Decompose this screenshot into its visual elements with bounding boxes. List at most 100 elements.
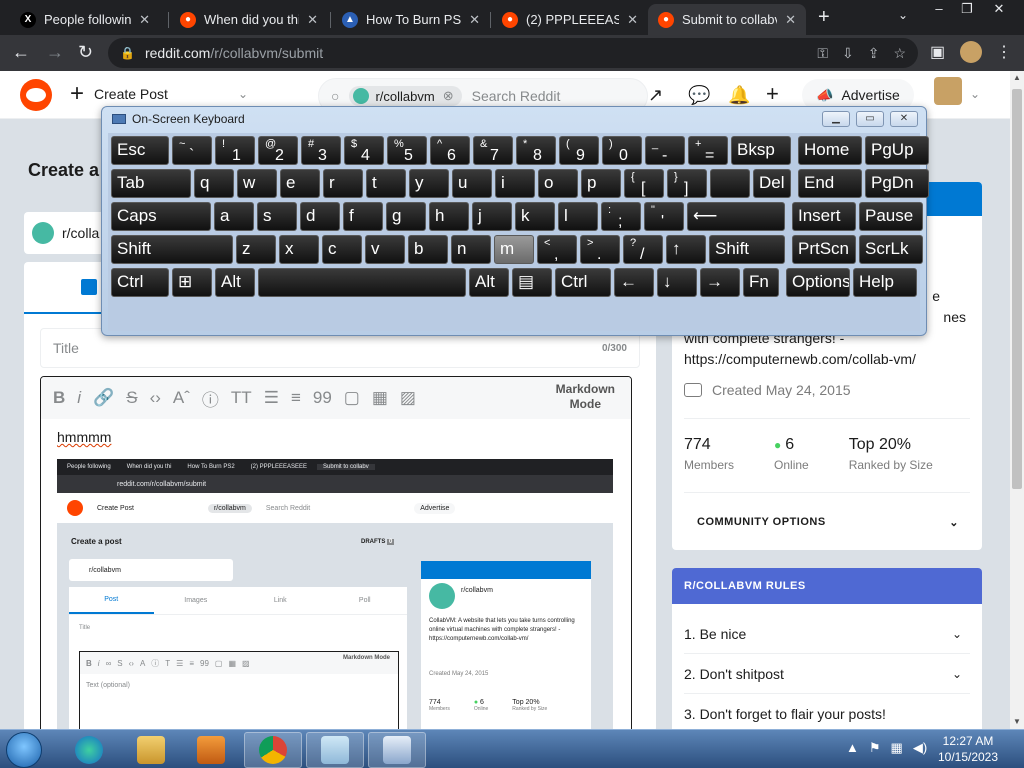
key-tab[interactable]: Tab xyxy=(111,169,191,198)
key-h[interactable]: h xyxy=(429,202,469,231)
key-→[interactable]: → xyxy=(700,268,740,297)
browser-tab[interactable]: ● (2) PPPLEEEASEEE ✕ xyxy=(492,4,648,35)
key-k[interactable]: k xyxy=(515,202,555,231)
key-`[interactable]: ~ ` xyxy=(172,136,212,165)
key-4[interactable]: $4 xyxy=(344,136,384,165)
tab-search-button[interactable]: ⌄ xyxy=(898,8,908,22)
scroll-up-arrow-icon[interactable]: ▲ xyxy=(1010,71,1024,85)
osk-titlebar[interactable]: On-Screen Keyboard xyxy=(102,107,926,131)
new-tab-button[interactable]: + xyxy=(818,6,830,29)
bold-icon[interactable]: B xyxy=(53,388,65,408)
key-r[interactable]: r xyxy=(323,169,363,198)
forward-button[interactable]: → xyxy=(46,42,64,63)
browser-tab-active[interactable]: ● Submit to collabv ✕ xyxy=(648,4,806,35)
chevron-down-icon[interactable]: ⌄ xyxy=(970,87,980,101)
key-8[interactable]: * 8 xyxy=(516,136,556,165)
action-center-flag-icon[interactable]: ⚑ xyxy=(869,740,881,756)
explorer-taskbar-item[interactable] xyxy=(122,732,180,768)
osk-close-button[interactable]: ✕ xyxy=(890,111,918,127)
key--[interactable]: _ - xyxy=(645,136,685,165)
address-bar[interactable]: 🔒 reddit.com /r/collabvm/submit ⚿ ⇩ ⇪ ☆ xyxy=(108,38,918,68)
notification-bell-icon[interactable]: 🔔 xyxy=(728,85,750,106)
key-help[interactable]: Help xyxy=(853,268,917,297)
key-'[interactable]: " ' xyxy=(644,202,684,231)
notepad-taskbar-item[interactable] xyxy=(306,732,364,768)
key-fn[interactable]: Fn xyxy=(743,268,779,297)
body-text[interactable]: hmmmm xyxy=(57,429,111,445)
strikethrough-icon[interactable]: S xyxy=(126,388,137,408)
key-q[interactable]: q xyxy=(194,169,234,198)
key-pause[interactable]: Pause xyxy=(859,202,923,231)
taskbar-clock[interactable]: 12:27 AM 10/15/2023 xyxy=(928,733,1008,765)
key-6[interactable]: ^ 6 xyxy=(430,136,470,165)
create-post-dropdown[interactable]: + Create Post ⌄ xyxy=(70,82,248,106)
key-z[interactable]: z xyxy=(236,235,276,264)
page-scrollbar[interactable]: ▲ ▼ xyxy=(1010,71,1024,729)
key-⊞[interactable]: ⊞ xyxy=(172,268,212,297)
key-options[interactable]: Options xyxy=(786,268,850,297)
key-j[interactable]: j xyxy=(472,202,512,231)
italic-icon[interactable]: i xyxy=(77,388,81,408)
heading-icon[interactable]: TT xyxy=(231,388,252,408)
key-v[interactable]: v xyxy=(365,235,405,264)
code-block-icon[interactable]: ▢ xyxy=(344,388,360,408)
key-icon[interactable]: ⚿ xyxy=(817,45,828,62)
numbered-list-icon[interactable]: ≡ xyxy=(291,388,301,408)
bookmark-star-icon[interactable]: ☆ xyxy=(893,45,906,62)
clear-chip-icon[interactable]: ⊗ xyxy=(443,88,454,104)
key-=[interactable]: + = xyxy=(688,136,728,165)
key-][interactable]: }] xyxy=(667,169,707,198)
key-x[interactable]: x xyxy=(279,235,319,264)
key-.[interactable]: >. xyxy=(580,235,620,264)
community-options-toggle[interactable]: COMMUNITY OPTIONS ⌄ xyxy=(697,516,959,529)
key-▤[interactable]: ▤ xyxy=(512,268,552,297)
key-←[interactable]: ← xyxy=(614,268,654,297)
key-c[interactable]: c xyxy=(322,235,362,264)
key-/[interactable]: ? / xyxy=(623,235,663,264)
osk-restore-button[interactable]: ▭ xyxy=(856,111,884,127)
start-button[interactable] xyxy=(6,732,42,768)
key-m[interactable]: m xyxy=(494,235,534,264)
minimize-button[interactable]: – xyxy=(924,0,954,20)
key-d[interactable]: d xyxy=(300,202,340,231)
browser-tab[interactable]: X People following ✕ xyxy=(10,4,160,35)
key-f[interactable]: f xyxy=(343,202,383,231)
key-i[interactable]: i xyxy=(495,169,535,198)
key-y[interactable]: y xyxy=(409,169,449,198)
volume-icon[interactable]: ◀) xyxy=(913,740,927,756)
key-n[interactable]: n xyxy=(451,235,491,264)
key-del[interactable]: Del xyxy=(753,169,791,198)
rule-item[interactable]: 3. Don't forget to flair your posts! xyxy=(684,694,970,734)
key-l[interactable]: l xyxy=(558,202,598,231)
key-pgdn[interactable]: PgDn xyxy=(865,169,929,198)
menu-icon[interactable]: ⋮ xyxy=(996,42,1012,62)
key-↑[interactable]: ↑ xyxy=(666,235,706,264)
media-player-taskbar-item[interactable] xyxy=(182,732,240,768)
key-scrlk[interactable]: ScrLk xyxy=(859,235,923,264)
key-shift[interactable]: Shift xyxy=(709,235,785,264)
key-,[interactable]: <, xyxy=(537,235,577,264)
key-home[interactable]: Home xyxy=(798,136,862,165)
key-5[interactable]: % 5 xyxy=(387,136,427,165)
key-pgup[interactable]: PgUp xyxy=(865,136,929,165)
install-icon[interactable]: ⇩ xyxy=(842,45,854,62)
close-icon[interactable]: ✕ xyxy=(469,12,480,28)
chrome-taskbar-item[interactable] xyxy=(244,732,302,768)
share-icon[interactable]: ⇪ xyxy=(868,45,880,62)
key-p[interactable]: p xyxy=(581,169,621,198)
key-7[interactable]: & 7 xyxy=(473,136,513,165)
key-w[interactable]: w xyxy=(237,169,277,198)
show-hidden-icons-icon[interactable]: ▲ xyxy=(846,740,859,756)
network-icon[interactable]: ▦ xyxy=(891,740,903,756)
key-b[interactable]: b xyxy=(408,235,448,264)
key-caps[interactable]: Caps xyxy=(111,202,211,231)
browser-tab[interactable]: ▲ How To Burn PS2 ✕ xyxy=(332,4,490,35)
reload-button[interactable]: ↻ xyxy=(78,42,93,63)
osk-minimize-button[interactable]: ▁ xyxy=(822,111,850,127)
close-icon[interactable]: ✕ xyxy=(627,12,638,28)
markdown-mode-button[interactable]: Markdown Mode xyxy=(556,382,615,412)
rule-item[interactable]: 1. Be nice ⌄ xyxy=(684,614,970,654)
key-shift[interactable]: Shift xyxy=(111,235,233,264)
key-space[interactable] xyxy=(258,268,466,297)
key-[[interactable]: {[ xyxy=(624,169,664,198)
